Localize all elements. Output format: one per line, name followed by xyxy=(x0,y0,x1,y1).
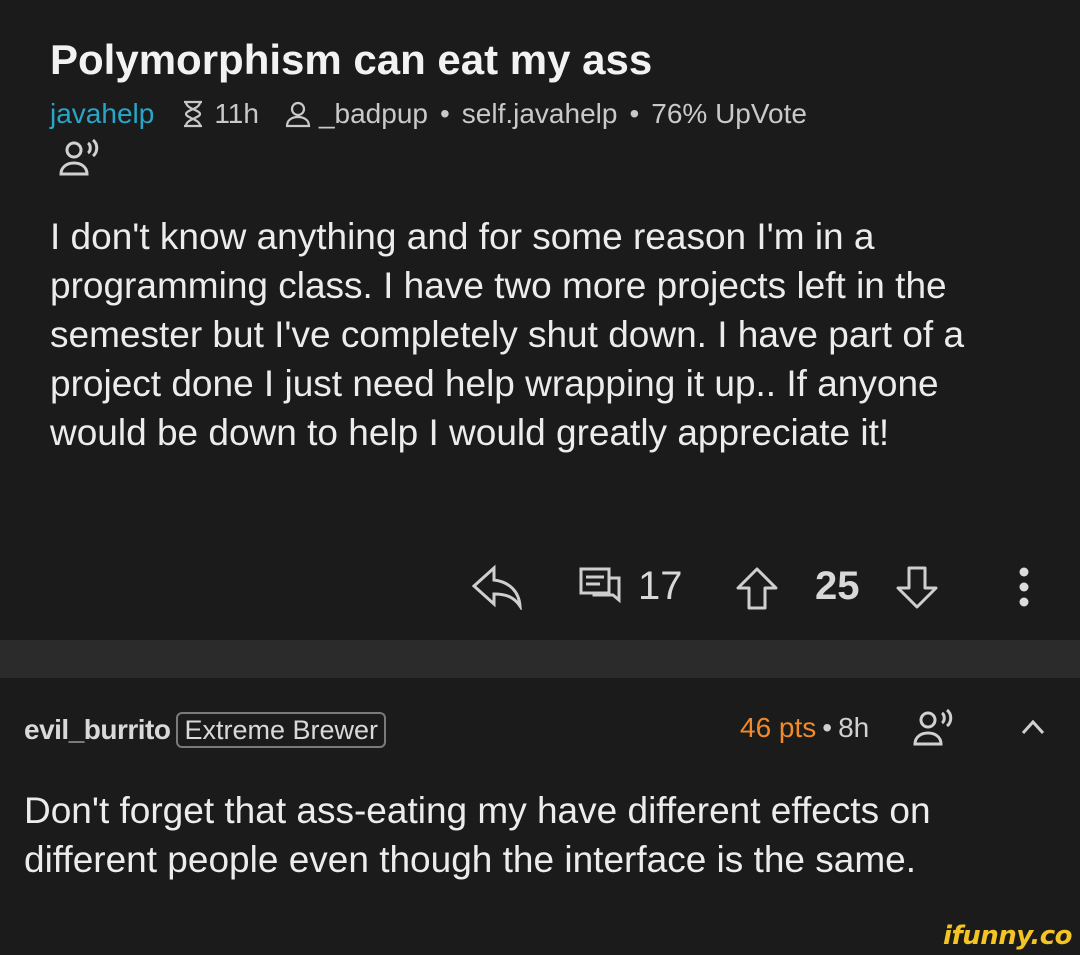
subreddit-link[interactable]: javahelp xyxy=(50,98,154,130)
comment-body: Don't forget that ass-eating my have dif… xyxy=(24,790,931,880)
hourglass-icon xyxy=(178,99,208,129)
post-author[interactable]: _badpup xyxy=(319,98,428,130)
meta-separator: • xyxy=(629,98,640,129)
comment-header: evil_burrito Extreme Brewer xyxy=(24,712,387,748)
comment-count: 17 xyxy=(638,564,683,608)
post: Polymorphism can eat my ass javahelp 11h… xyxy=(0,0,1080,640)
more-icon[interactable] xyxy=(1016,564,1032,610)
post-domain[interactable]: self.javahelp xyxy=(462,98,618,130)
comment-points: 46 pts xyxy=(740,712,817,743)
collapse-icon[interactable] xyxy=(1018,714,1048,740)
post-title[interactable]: Polymorphism can eat my ass xyxy=(50,36,652,84)
post-actions: 17 25 xyxy=(0,560,1080,620)
post-score: 25 xyxy=(815,564,860,608)
comment-meta: 46 pts • 8h xyxy=(740,712,869,744)
divider xyxy=(0,640,1080,678)
comment-age: 8h xyxy=(838,712,870,743)
post-age: 11h xyxy=(214,98,259,129)
reply-icon[interactable] xyxy=(470,564,524,610)
listen-icon[interactable] xyxy=(912,708,958,748)
user-flair: Extreme Brewer xyxy=(176,712,387,748)
post-meta: javahelp 11h _badpup • self.javahelp • 7… xyxy=(50,98,807,130)
comment-separator: • xyxy=(822,712,833,743)
post-body: I don't know anything and for some reaso… xyxy=(50,216,965,453)
downvote-icon[interactable] xyxy=(895,564,939,610)
listen-icon[interactable] xyxy=(58,138,104,178)
watermark: ifunny.co xyxy=(943,921,1072,951)
user-icon xyxy=(283,99,313,129)
comment-icon[interactable] xyxy=(578,566,622,608)
comment-author[interactable]: evil_burrito xyxy=(24,714,171,746)
meta-separator: • xyxy=(439,98,450,129)
upvote-ratio: 76% UpVote xyxy=(651,98,807,129)
upvote-icon[interactable] xyxy=(735,566,779,612)
comment: evil_burrito Extreme Brewer 46 pts • 8h … xyxy=(0,678,1080,955)
